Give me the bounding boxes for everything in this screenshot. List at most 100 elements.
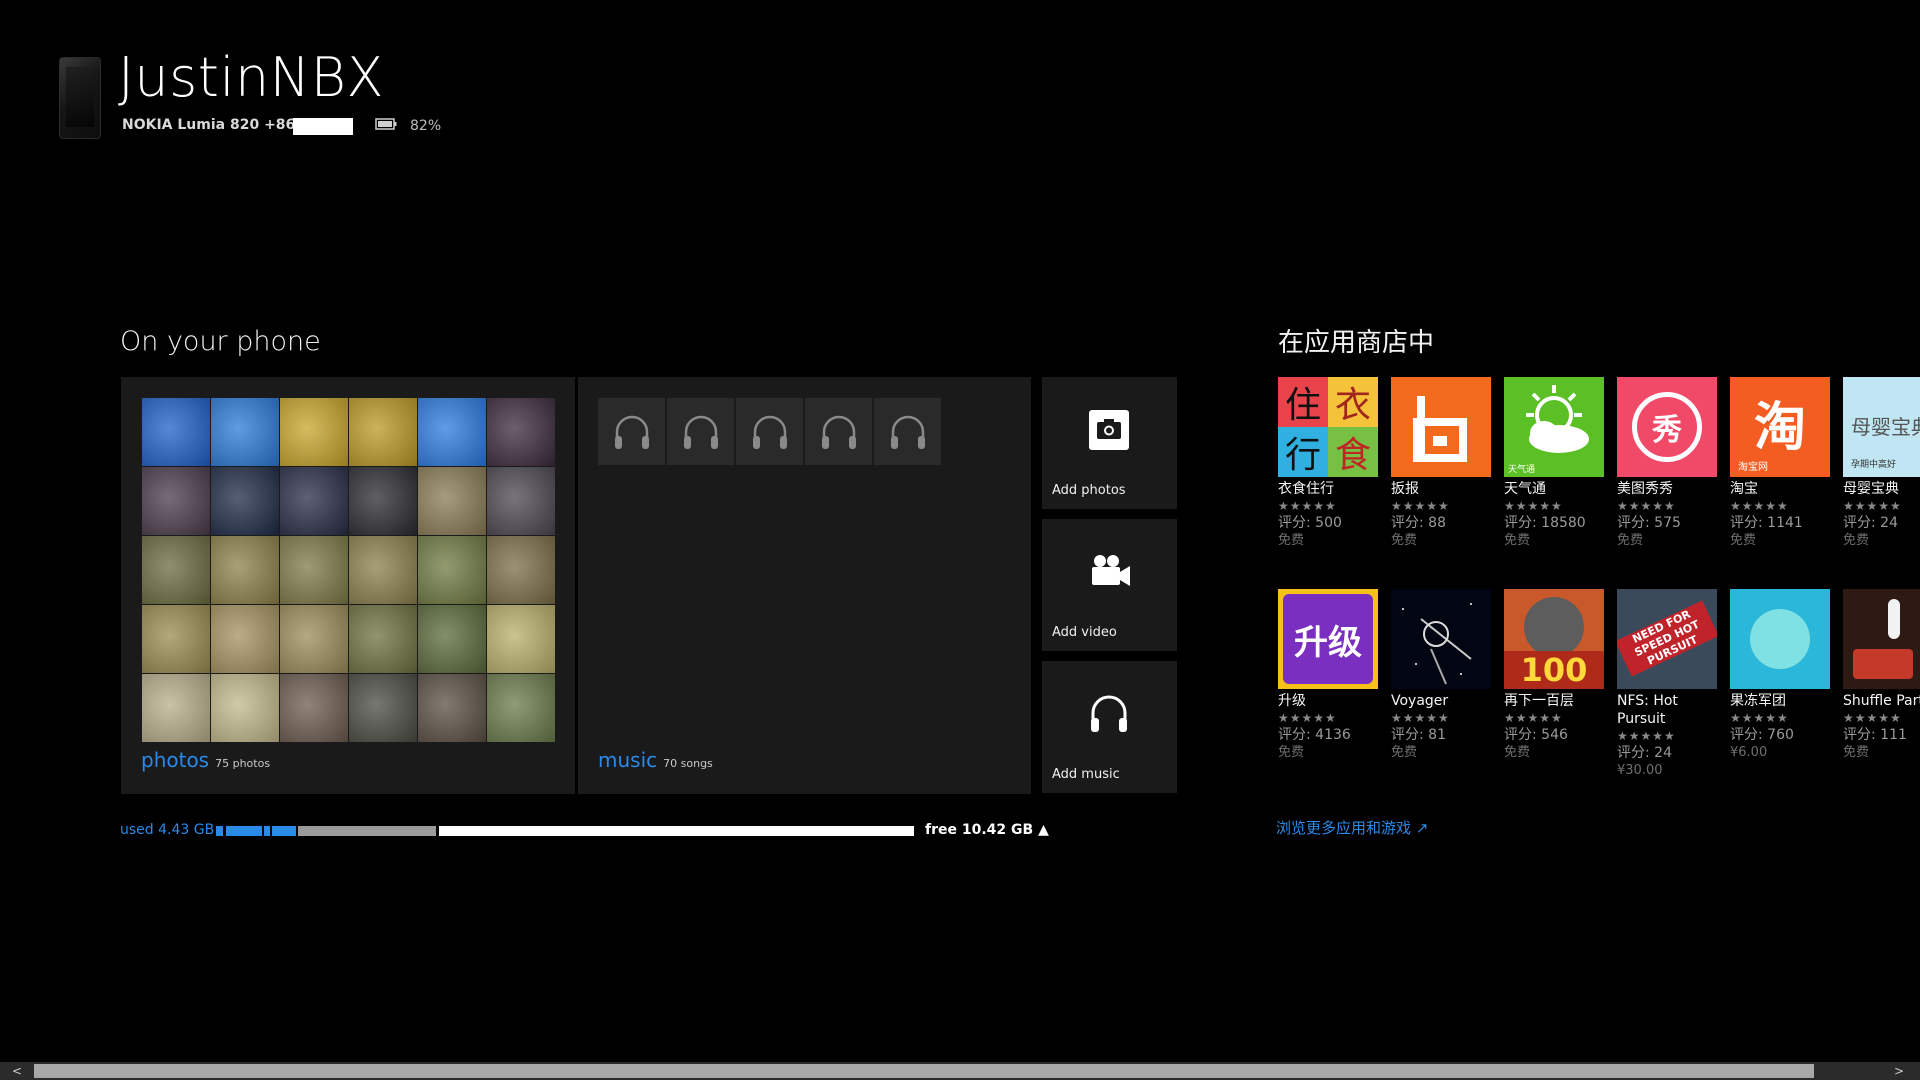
video-camera-icon [1092, 555, 1130, 586]
photo-thumbnail [211, 467, 279, 535]
rating-stars-icon: ★★★★★ [1391, 499, 1450, 513]
music-count: 70 songs [663, 757, 713, 770]
phone-icon [59, 57, 101, 139]
add-video-button[interactable]: Add video [1042, 519, 1177, 651]
app-rating: 评分: 18580 [1504, 515, 1586, 531]
app-icon: 住衣行食 [1278, 377, 1378, 477]
store-app-tile[interactable]: Shuffle Party ★★★★★ 评分: 111 免费 [1843, 589, 1920, 761]
store-app-tile[interactable]: 果冻军团 ★★★★★ 评分: 760 ¥6.00 [1730, 589, 1834, 761]
battery-percentage: 82% [410, 118, 442, 134]
store-title: 在应用商店中 [1278, 328, 1435, 358]
add-photos-button[interactable]: Add photos [1042, 377, 1177, 509]
app-icon [1730, 589, 1830, 689]
photo-thumbnail [418, 674, 486, 742]
store-app-tile[interactable]: 天气通 天气通 ★★★★★ 评分: 18580 免费 [1504, 377, 1608, 549]
song-thumbnail [598, 398, 665, 465]
app-price: 免费 [1843, 533, 1870, 548]
storage-bar-segment [226, 826, 262, 836]
storage-bar-free [439, 826, 914, 836]
app-rating: 评分: 1141 [1730, 515, 1803, 531]
scroll-left-arrow-icon[interactable]: < [8, 1062, 26, 1080]
photo-thumbnail [349, 605, 417, 673]
storage-bar-segment [272, 826, 296, 836]
photo-thumbnail [349, 674, 417, 742]
app-rating: 评分: 111 [1843, 727, 1907, 743]
expand-arrow-icon[interactable]: ▲ [1038, 822, 1049, 838]
photo-thumbnail [487, 467, 555, 535]
music-thumbnail-row [598, 398, 941, 465]
rating-stars-icon: ★★★★★ [1843, 499, 1902, 513]
photo-thumbnail [418, 536, 486, 604]
storage-used-label: used 4.43 GB [120, 822, 215, 838]
storage-bar-other [298, 826, 436, 836]
rating-stars-icon: ★★★★★ [1730, 499, 1789, 513]
app-name: Voyager [1391, 693, 1449, 709]
music-tile[interactable]: music 70 songs [578, 377, 1031, 794]
app-rating: 评分: 24 [1617, 745, 1672, 761]
app-price: 免费 [1278, 533, 1305, 548]
store-app-tile[interactable]: 住衣行食衣食住行 ★★★★★ 评分: 500 免费 [1278, 377, 1382, 549]
photo-thumbnail [211, 398, 279, 466]
headphones-icon [890, 415, 925, 449]
app-icon [1391, 377, 1491, 477]
photo-thumbnail [211, 536, 279, 604]
photo-thumbnail [280, 398, 348, 466]
app-name: Shuffle Party [1843, 693, 1920, 709]
photo-thumbnail [280, 467, 348, 535]
app-rating: 评分: 81 [1391, 727, 1446, 743]
headphones-icon [752, 415, 787, 449]
song-thumbnail [874, 398, 941, 465]
app-rating: 评分: 24 [1843, 515, 1898, 531]
rating-stars-icon: ★★★★★ [1504, 711, 1563, 725]
app-price: ¥30.00 [1617, 763, 1663, 778]
photos-tile[interactable]: photos 75 photos [121, 377, 575, 794]
app-icon: 秀 [1617, 377, 1717, 477]
device-name: JustinNBX [118, 46, 384, 109]
photo-thumbnail [142, 605, 210, 673]
store-app-tile[interactable]: 淘淘宝网 淘宝 ★★★★★ 评分: 1141 免费 [1730, 377, 1834, 549]
photo-thumbnail [142, 536, 210, 604]
store-app-tile[interactable]: 100 再下一百层 ★★★★★ 评分: 546 免费 [1504, 589, 1608, 761]
app-icon: 100 [1504, 589, 1604, 689]
app-name: 天气通 [1504, 481, 1546, 497]
headphones-icon [821, 415, 856, 449]
song-thumbnail [667, 398, 734, 465]
photo-thumbnail [142, 467, 210, 535]
photo-thumbnail [211, 605, 279, 673]
app-name: 美图秀秀 [1617, 481, 1673, 497]
store-app-tile[interactable]: Voyager ★★★★★ 评分: 81 免费 [1391, 589, 1495, 761]
photo-thumbnail [280, 605, 348, 673]
photo-thumbnail [418, 467, 486, 535]
photo-thumbnail [211, 674, 279, 742]
scrollbar-thumb[interactable] [34, 1064, 1814, 1078]
photo-thumbnail [142, 674, 210, 742]
photo-thumbnail [418, 398, 486, 466]
app-icon: 升级 [1278, 589, 1378, 689]
browse-more-link[interactable]: 浏览更多应用和游戏 ↗ [1276, 817, 1428, 838]
photo-thumbnail [142, 398, 210, 466]
add-music-button[interactable]: Add music [1042, 661, 1177, 793]
rating-stars-icon: ★★★★★ [1843, 711, 1902, 725]
app-name: 淘宝 [1730, 481, 1758, 497]
store-app-tile[interactable]: NEED FOR SPEED HOT PURSUIT NFS: Hot Pursu… [1617, 589, 1721, 779]
photo-thumbnail-grid [142, 398, 555, 742]
photo-thumbnail [418, 605, 486, 673]
camera-icon [1089, 410, 1129, 450]
store-app-tile[interactable]: 升级 升级 ★★★★★ 评分: 4136 免费 [1278, 589, 1382, 761]
rating-stars-icon: ★★★★★ [1278, 499, 1337, 513]
store-app-tile[interactable]: 秀美图秀秀 ★★★★★ 评分: 575 免费 [1617, 377, 1721, 549]
app-icon: 天气通 [1504, 377, 1604, 477]
store-app-tile[interactable]: 母婴宝典孕期中高好母婴宝典 ★★★★★ 评分: 24 免费 [1843, 377, 1920, 549]
app-price: 免费 [1504, 745, 1531, 760]
rating-stars-icon: ★★★★★ [1617, 499, 1676, 513]
app-rating: 评分: 546 [1504, 727, 1568, 743]
add-photos-label: Add photos [1052, 483, 1126, 498]
app-price: 免费 [1730, 533, 1757, 548]
music-label: music [598, 748, 658, 772]
scroll-right-arrow-icon[interactable]: > [1890, 1062, 1908, 1080]
on-phone-title: On your phone [120, 326, 321, 357]
add-video-label: Add video [1052, 625, 1117, 640]
photo-thumbnail [487, 605, 555, 673]
store-app-tile[interactable]: 扳报 ★★★★★ 评分: 88 免费 [1391, 377, 1495, 549]
app-icon: 母婴宝典孕期中高好 [1843, 377, 1920, 477]
